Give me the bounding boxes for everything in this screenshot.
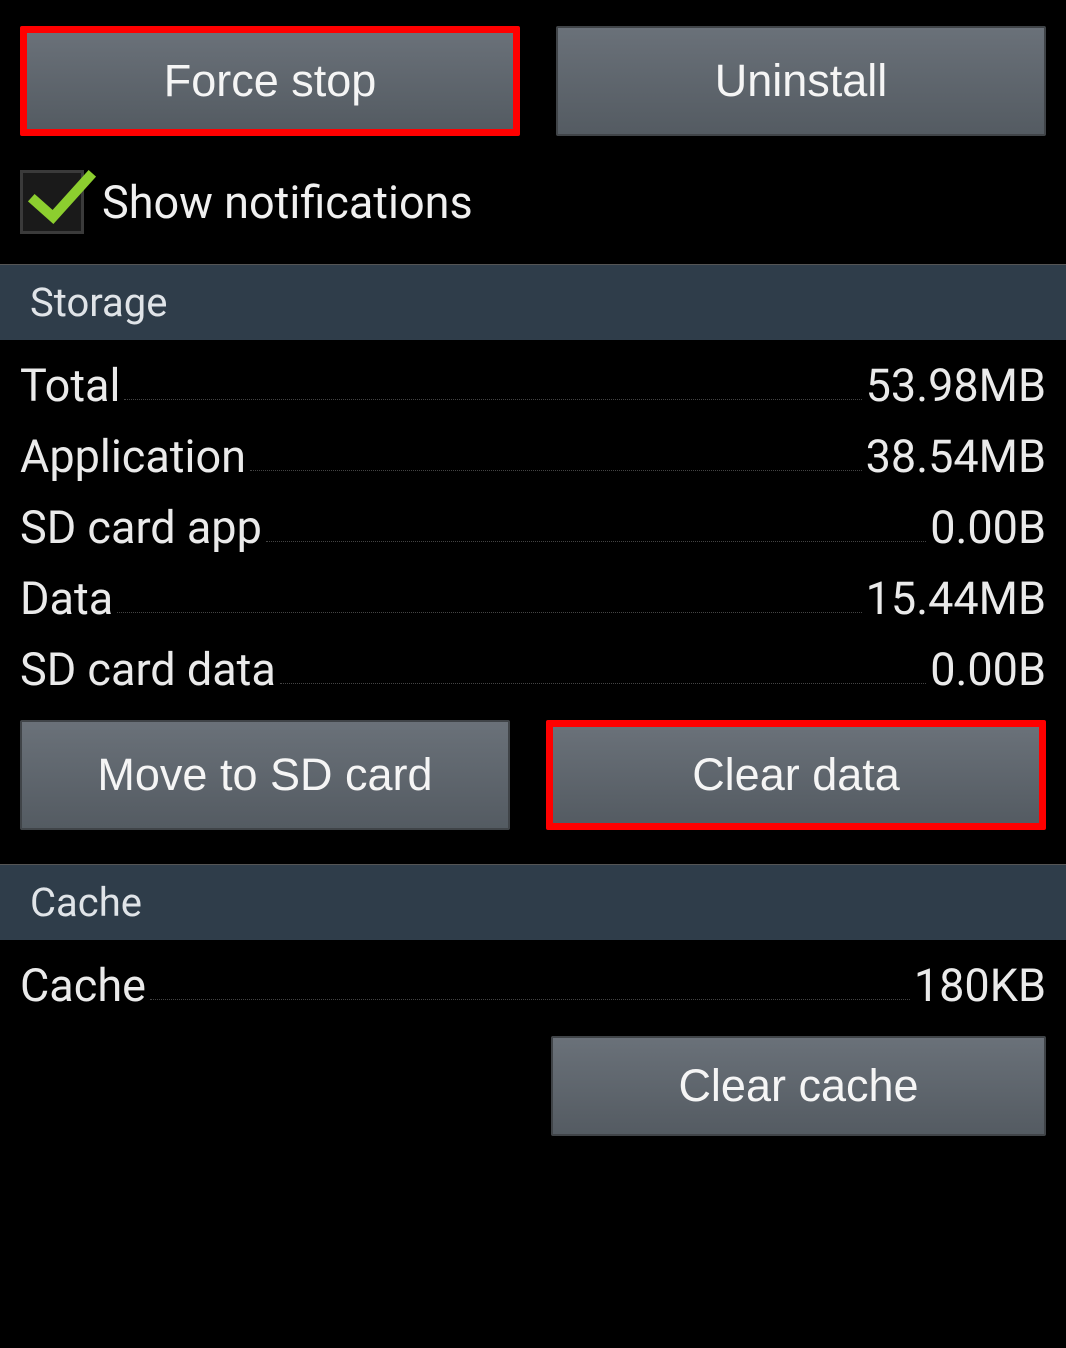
storage-value-sd-card-data: 0.00B bbox=[930, 643, 1046, 696]
cache-section-header: Cache bbox=[0, 864, 1066, 941]
clear-data-button[interactable]: Clear data bbox=[546, 720, 1046, 830]
cache-label: Cache bbox=[20, 959, 146, 1012]
move-to-sd-card-button[interactable]: Move to SD card bbox=[20, 720, 510, 830]
show-notifications-label: Show notifications bbox=[102, 176, 473, 229]
cache-rows: Cache 180KB bbox=[0, 941, 1066, 1024]
storage-value-total: 53.98MB bbox=[866, 359, 1046, 412]
storage-label-sd-card-data: SD card data bbox=[20, 643, 276, 696]
storage-label-total: Total bbox=[20, 359, 120, 412]
show-notifications-row[interactable]: Show notifications bbox=[0, 150, 1066, 264]
storage-value-data: 15.44MB bbox=[866, 572, 1046, 625]
storage-section-header: Storage bbox=[0, 264, 1066, 341]
force-stop-button[interactable]: Force stop bbox=[20, 26, 520, 136]
clear-cache-button[interactable]: Clear cache bbox=[551, 1036, 1046, 1136]
storage-label-data: Data bbox=[20, 572, 113, 625]
cache-row-cache: Cache 180KB bbox=[20, 947, 1046, 1018]
storage-row-total: Total 53.98MB bbox=[20, 347, 1046, 418]
storage-row-application: Application 38.54MB bbox=[20, 418, 1046, 489]
storage-label-application: Application bbox=[20, 430, 246, 483]
show-notifications-checkbox[interactable] bbox=[20, 170, 84, 234]
storage-label-sd-card-app: SD card app bbox=[20, 501, 262, 554]
storage-row-sd-card-app: SD card app 0.00B bbox=[20, 489, 1046, 560]
cache-value: 180KB bbox=[914, 959, 1046, 1012]
storage-value-sd-card-app: 0.00B bbox=[930, 501, 1046, 554]
storage-row-data: Data 15.44MB bbox=[20, 560, 1046, 631]
checkmark-icon bbox=[27, 163, 97, 233]
storage-row-sd-card-data: SD card data 0.00B bbox=[20, 631, 1046, 702]
storage-rows: Total 53.98MB Application 38.54MB SD car… bbox=[0, 341, 1066, 708]
uninstall-button[interactable]: Uninstall bbox=[556, 26, 1046, 136]
storage-value-application: 38.54MB bbox=[866, 430, 1046, 483]
